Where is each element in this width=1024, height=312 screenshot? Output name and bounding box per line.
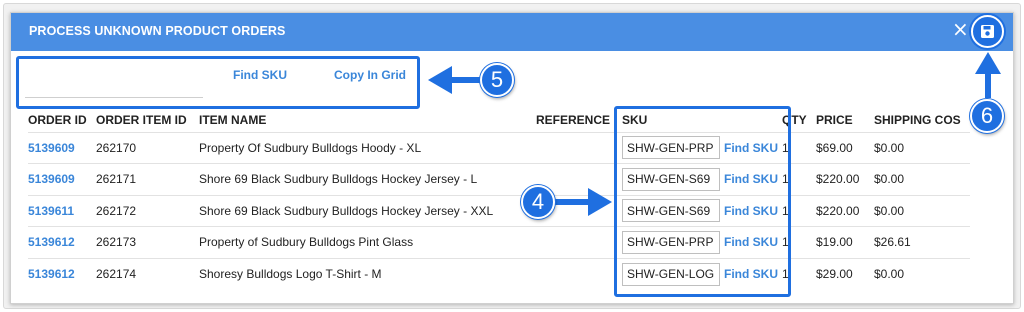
close-icon[interactable]: × <box>952 19 969 39</box>
reference <box>530 257 612 290</box>
annotation-badge-5: 5 <box>480 63 514 97</box>
order-item-id: 262173 <box>96 226 199 258</box>
price: $19.00 <box>816 226 874 258</box>
table-row: 5139611 262172 Shore 69 Black Sudbury Bu… <box>28 194 970 227</box>
modal-title: PROCESS UNKNOWN PRODUCT ORDERS <box>29 24 286 38</box>
modal-header: PROCESS UNKNOWN PRODUCT ORDERS × <box>11 13 1013 51</box>
save-icon <box>981 25 994 38</box>
price: $220.00 <box>816 163 874 195</box>
order-id-link[interactable]: 5139609 <box>28 172 75 186</box>
order-id-link[interactable]: 5139609 <box>28 141 75 155</box>
reference <box>530 131 612 164</box>
callout-box-toolbar <box>16 56 420 109</box>
price: $29.00 <box>816 257 874 290</box>
column-header: ITEM NAME <box>199 112 267 127</box>
annotation-badge-6: 6 <box>970 99 1004 133</box>
price: $69.00 <box>816 131 874 164</box>
callout-box-sku-column <box>614 106 791 297</box>
column-header: ORDER ITEM ID <box>96 112 187 127</box>
order-id-link[interactable]: 5139611 <box>28 204 74 218</box>
shipping-cost: $0.00 <box>874 131 970 164</box>
table-row: 5139612 262173 Property of Sudbury Bulld… <box>28 226 970 258</box>
orders-table: ORDER ID ORDER ITEM ID ITEM NAME REFEREN… <box>28 108 970 290</box>
shipping-cost: $0.00 <box>874 194 970 227</box>
column-header: ORDER ID <box>28 112 87 127</box>
item-name: Property Of Sudbury Bulldogs Hoody - XL <box>199 131 530 164</box>
item-name: Property of Sudbury Bulldogs Pint Glass <box>199 226 530 258</box>
column-header: SHIPPING COS <box>874 112 961 127</box>
column-header: REFERENCE <box>535 112 610 127</box>
reference <box>530 226 612 258</box>
order-id-link[interactable]: 5139612 <box>28 235 75 249</box>
annotation-badge-4: 4 <box>521 185 555 219</box>
order-item-id: 262170 <box>96 131 199 164</box>
order-item-id: 262174 <box>96 257 199 290</box>
order-id-link[interactable]: 5139612 <box>28 267 75 281</box>
table-row: 5139609 262170 Property Of Sudbury Bulld… <box>28 131 970 164</box>
shipping-cost: $26.61 <box>874 226 970 258</box>
item-name: Shoresy Bulldogs Logo T-Shirt - M <box>199 257 530 290</box>
table-row: 5139609 262171 Shore 69 Black Sudbury Bu… <box>28 163 970 195</box>
item-name: Shore 69 Black Sudbury Bulldogs Hockey J… <box>199 163 530 195</box>
column-header: PRICE <box>816 112 853 127</box>
order-item-id: 262172 <box>96 194 199 227</box>
save-button[interactable] <box>971 15 1004 48</box>
table-header-row: ORDER ID ORDER ITEM ID ITEM NAME REFEREN… <box>28 108 970 132</box>
price: $220.00 <box>816 194 874 227</box>
item-name: Shore 69 Black Sudbury Bulldogs Hockey J… <box>199 194 530 227</box>
table-row: 5139612 262174 Shoresy Bulldogs Logo T-S… <box>28 257 970 290</box>
shipping-cost: $0.00 <box>874 163 970 195</box>
order-item-id: 262171 <box>96 163 199 195</box>
shipping-cost: $0.00 <box>874 257 970 290</box>
